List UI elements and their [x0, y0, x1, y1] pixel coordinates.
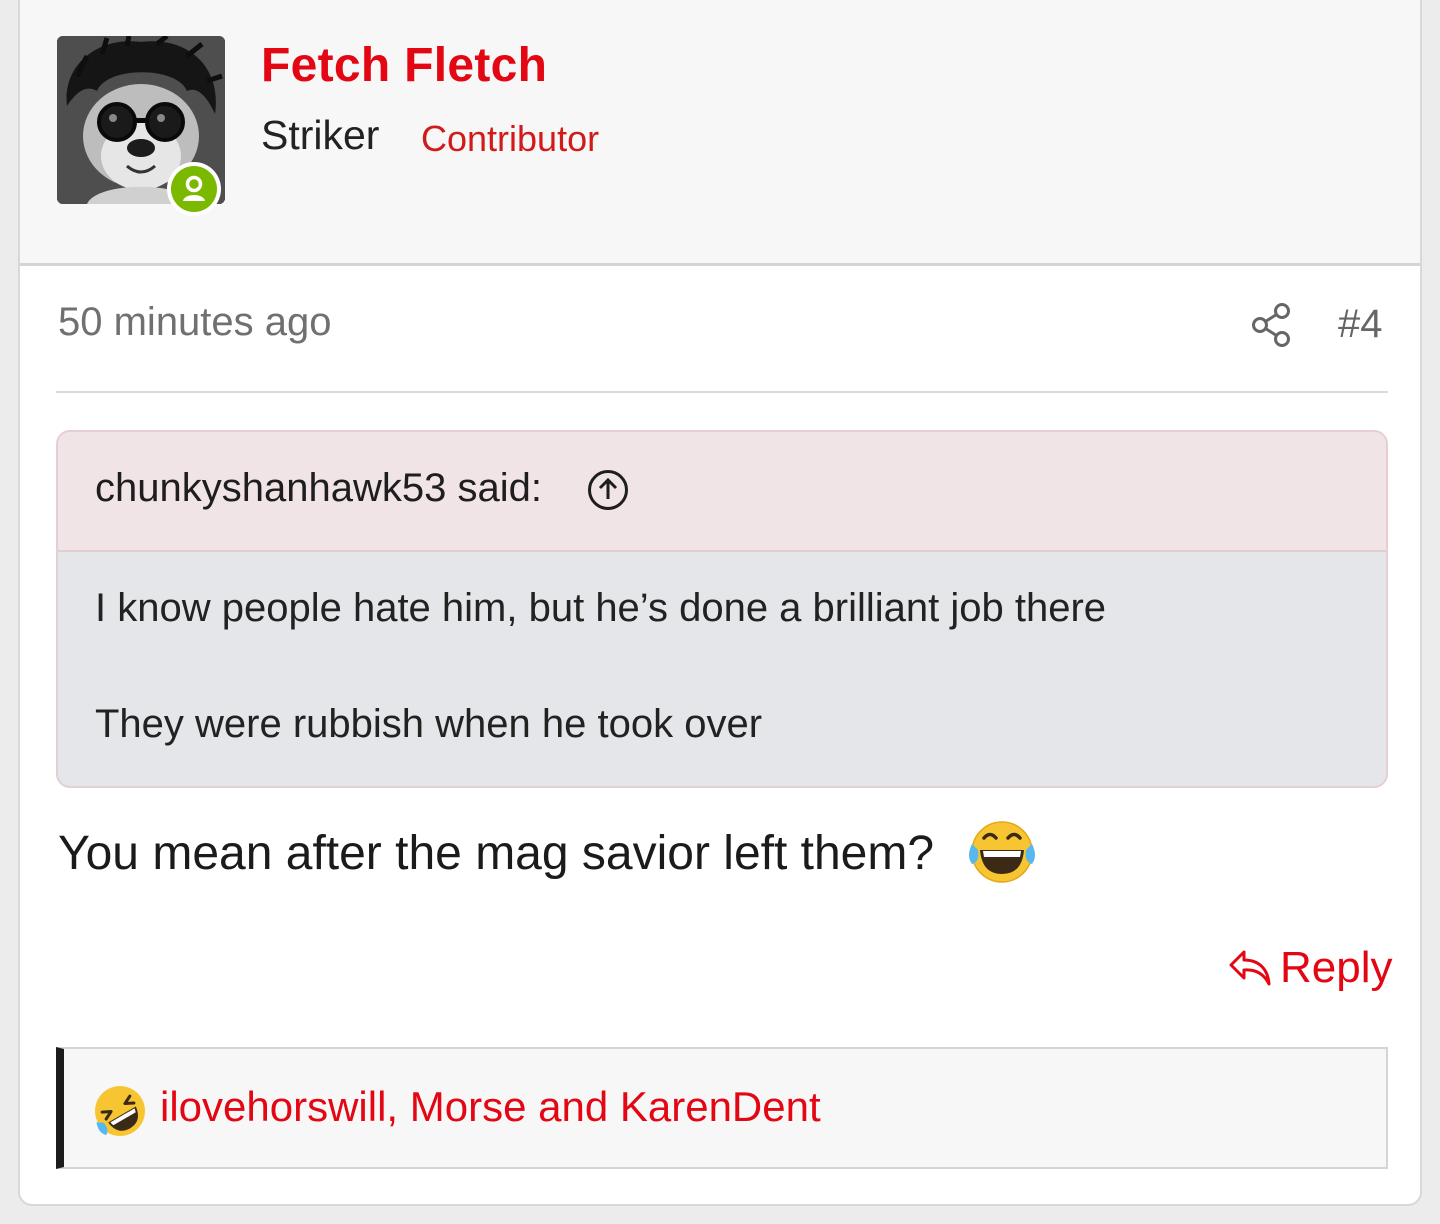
- post-number-link[interactable]: #4: [1338, 302, 1383, 347]
- quote-line: They were rubbish when he took over: [95, 702, 763, 746]
- reply-label: Reply: [1280, 943, 1393, 992]
- online-status-badge: [167, 162, 221, 216]
- arrow-up-circle-icon[interactable]: [586, 468, 630, 512]
- reply-button[interactable]: Reply: [1228, 938, 1393, 998]
- tears-of-joy-emoji: [969, 821, 1035, 883]
- quote-header: chunkyshanhawk53 said:: [58, 432, 1386, 552]
- reaction-users-link[interactable]: ilovehorswill, Morse and KarenDent: [160, 1083, 821, 1131]
- quote-author: chunkyshanhawk53 said:: [95, 466, 542, 510]
- post-timestamp[interactable]: 50 minutes ago: [58, 300, 332, 345]
- reactions-bar: ilovehorswill, Morse and KarenDent: [56, 1047, 1388, 1169]
- post-card: Fetch Fletch Striker Contributor 50 minu…: [18, 0, 1422, 1206]
- user-role-badge: Contributor: [421, 118, 600, 159]
- reply-arrow-icon: [1229, 950, 1271, 986]
- online-person-icon: [171, 166, 217, 212]
- quote-line: I know people hate him, but he’s done a …: [95, 586, 1107, 630]
- rolling-on-floor-laughing-emoji: [95, 1086, 145, 1136]
- meta-divider: [56, 391, 1388, 393]
- username-link[interactable]: Fetch Fletch: [261, 38, 547, 93]
- post-body-text: You mean after the mag savior left them?: [58, 827, 935, 880]
- post-user-header: Fetch Fletch Striker Contributor: [20, 0, 1420, 266]
- quote-block: chunkyshanhawk53 said: I know people hat…: [56, 430, 1388, 788]
- user-title: Striker: [261, 112, 380, 158]
- share-icon[interactable]: [1250, 302, 1294, 348]
